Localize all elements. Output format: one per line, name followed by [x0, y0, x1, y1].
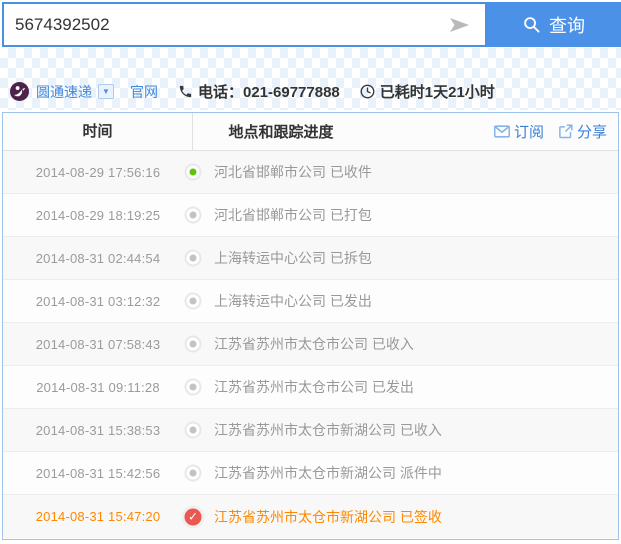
courier-info-row: 圆通速递 ▼ 官网 电话：021-69777888 已耗时1天21小时: [0, 76, 621, 110]
timeline-dot: [184, 378, 202, 396]
header-progress: 地点和跟踪进度: [228, 124, 334, 141]
timeline-dot: [184, 206, 202, 224]
yto-express-logo: [10, 82, 29, 101]
timeline-dot: [184, 249, 202, 267]
subscribe-label: 订阅: [513, 124, 544, 141]
table-row: 2014-08-31 07:58:43 江苏省苏州市太仓市公司 已收入: [3, 323, 618, 366]
row-status: 江苏省苏州市太仓市新湖公司 派件中: [214, 465, 442, 481]
table-row: 2014-08-31 02:44:54 上海转运中心公司 已拆包: [3, 237, 618, 280]
row-time: 2014-08-31 03:12:32: [35, 293, 161, 309]
official-site-link[interactable]: 官网: [130, 82, 158, 102]
timeline-dot: [181, 505, 205, 528]
table-row: 2014-08-31 15:38:53 江苏省苏州市太仓市新湖公司 已收入: [3, 409, 618, 452]
search-button[interactable]: 查询: [487, 2, 621, 47]
row-time: 2014-08-31 09:11:28: [36, 379, 160, 395]
table-row: 2014-08-29 18:19:25 河北省邯郸市公司 已打包: [3, 194, 618, 237]
header-time: 时间: [3, 113, 193, 150]
phone-info: 电话：021-69777888: [178, 81, 340, 102]
phone-icon: [179, 85, 192, 98]
row-status: 江苏省苏州市太仓市公司 已收入: [214, 336, 414, 352]
clock-icon: [360, 84, 375, 99]
envelope-icon: [493, 125, 510, 138]
tracking-table: 时间 地点和跟踪进度 订阅 分享 2014-08-29 17:56:16 河北省…: [2, 112, 619, 540]
tracking-number-input[interactable]: [4, 4, 447, 45]
elapsed-time-info: 已耗时1天21小时: [360, 81, 495, 102]
table-header: 时间 地点和跟踪进度 订阅 分享: [3, 113, 618, 151]
search-button-label: 查询: [549, 15, 585, 36]
table-row: 2014-08-31 15:42:56 江苏省苏州市太仓市新湖公司 派件中: [3, 452, 618, 495]
row-status: 上海转运中心公司 已发出: [214, 293, 372, 309]
row-status: 河北省邯郸市公司 已收件: [214, 164, 372, 180]
row-status: 江苏省苏州市太仓市新湖公司 已收入: [214, 422, 442, 438]
timeline-dot: [184, 292, 202, 310]
timeline-dot: [184, 163, 202, 181]
chevron-down-icon[interactable]: ▼: [98, 84, 114, 99]
row-time: 2014-08-29 17:56:16: [35, 164, 161, 180]
row-status: 江苏省苏州市太仓市新湖公司 已签收: [214, 508, 442, 525]
search-icon: [524, 17, 540, 33]
row-time: 2014-08-29 18:19:25: [35, 207, 161, 223]
table-row: 2014-08-31 09:11:28 江苏省苏州市太仓市公司 已发出: [3, 366, 618, 409]
table-row: 2014-08-31 03:12:32 上海转运中心公司 已发出: [3, 280, 618, 323]
share-link[interactable]: 分享: [558, 121, 607, 142]
share-label: 分享: [576, 124, 607, 141]
row-time: 2014-08-31 15:47:20: [35, 509, 161, 524]
tracking-number-field-wrap: [2, 2, 487, 47]
timeline-dot: [184, 421, 202, 439]
tracking-rows: 2014-08-29 17:56:16 河北省邯郸市公司 已收件 2014-08…: [3, 151, 618, 538]
row-status: 江苏省苏州市太仓市公司 已发出: [214, 379, 414, 395]
row-time: 2014-08-31 15:42:56: [35, 465, 161, 481]
elapsed-text: 已耗时1天21小时: [379, 84, 495, 101]
table-row: 2014-08-29 17:56:16 河北省邯郸市公司 已收件: [3, 151, 618, 194]
share-icon: [559, 124, 573, 139]
send-icon[interactable]: [447, 13, 471, 37]
timeline-dot: [184, 464, 202, 482]
dotted-pattern-band: 圆通速递 ▼ 官网 电话：021-69777888 已耗时1天21小时: [0, 48, 621, 110]
tracking-search-bar: 查询: [0, 0, 621, 47]
table-row: 2014-08-31 15:47:20 江苏省苏州市太仓市新湖公司 已签收: [3, 495, 618, 538]
row-time: 2014-08-31 15:38:53: [35, 422, 161, 438]
courier-name-link[interactable]: 圆通速递: [36, 82, 92, 102]
row-time: 2014-08-31 07:58:43: [35, 336, 161, 352]
row-time: 2014-08-31 02:44:54: [35, 250, 161, 266]
row-status: 河北省邯郸市公司 已打包: [214, 207, 372, 223]
subscribe-link[interactable]: 订阅: [493, 121, 544, 142]
header-links: 订阅 分享: [493, 121, 607, 142]
row-status: 上海转运中心公司 已拆包: [214, 250, 372, 266]
phone-text: 电话：021-69777888: [198, 84, 340, 101]
timeline-dot: [184, 335, 202, 353]
